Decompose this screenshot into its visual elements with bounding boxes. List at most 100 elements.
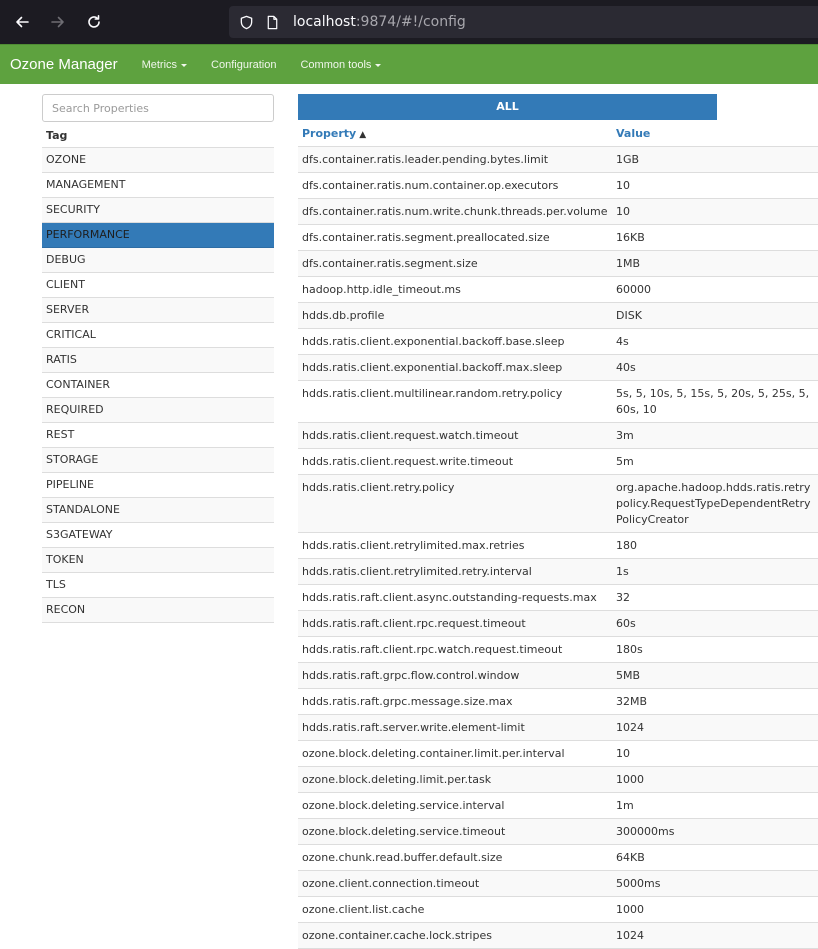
table-row: ozone.container.cache.lock.stripes 1024 [298, 922, 818, 949]
tag-item-rest[interactable]: REST [42, 423, 274, 448]
table-row: ozone.client.list.cache 1000 [298, 896, 818, 923]
nav-common-tools-label: Common tools [300, 58, 372, 71]
tag-item-security[interactable]: SECURITY [42, 198, 274, 223]
tag-item-container[interactable]: CONTAINER [42, 373, 274, 398]
tag-item-client[interactable]: CLIENT [42, 273, 274, 298]
tag-item-required[interactable]: REQUIRED [42, 398, 274, 423]
tag-item-debug[interactable]: DEBUG [42, 248, 274, 273]
config-rows: dfs.container.ratis.leader.pending.bytes… [298, 146, 818, 949]
table-row: ozone.chunk.read.buffer.default.size 64KB [298, 844, 818, 871]
browser-toolbar: localhost:9874/#!/config [0, 0, 818, 44]
tag-item-management[interactable]: MANAGEMENT [42, 173, 274, 198]
property-cell: dfs.container.ratis.segment.preallocated… [298, 224, 612, 251]
property-column-header[interactable]: Property ▲ [298, 121, 612, 147]
value-cell: 60s [612, 610, 818, 637]
property-cell: hdds.ratis.client.exponential.backoff.ba… [298, 328, 612, 355]
all-tab-button[interactable]: ALL [298, 94, 717, 120]
nav-metrics[interactable]: Metrics [141, 58, 188, 71]
table-row: dfs.container.ratis.segment.size 1MB [298, 250, 818, 277]
value-cell: DISK [612, 302, 818, 329]
tag-item-s3gateway[interactable]: S3GATEWAY [42, 523, 274, 548]
value-column-header[interactable]: Value [612, 121, 818, 147]
value-cell: 16KB [612, 224, 818, 251]
tag-item-tls[interactable]: TLS [42, 573, 274, 598]
nav-configuration[interactable]: Configuration [211, 59, 276, 71]
value-cell: 1m [612, 792, 818, 819]
property-cell: hdds.ratis.raft.client.async.outstanding… [298, 584, 612, 611]
value-cell: 60000 [612, 276, 818, 303]
tag-item-server[interactable]: SERVER [42, 298, 274, 323]
property-cell: dfs.container.ratis.segment.size [298, 250, 612, 277]
value-cell: 5m [612, 448, 818, 475]
table-row: hdds.ratis.raft.server.write.element-lim… [298, 714, 818, 741]
table-row: dfs.container.ratis.num.write.chunk.thre… [298, 198, 818, 225]
table-row: hdds.ratis.client.retrylimited.retry.int… [298, 558, 818, 585]
caret-down-icon [375, 63, 382, 67]
value-cell: org.apache.hadoop.hdds.ratis.retrypolicy… [612, 474, 818, 533]
value-cell: 1000 [612, 766, 818, 793]
value-cell: 10 [612, 172, 818, 199]
property-cell: hdds.ratis.client.retrylimited.retry.int… [298, 558, 612, 585]
property-cell: hdds.ratis.raft.server.write.element-lim… [298, 714, 612, 741]
property-cell: ozone.chunk.read.buffer.default.size [298, 844, 612, 871]
table-row: dfs.container.ratis.segment.preallocated… [298, 224, 818, 251]
back-arrow-icon[interactable] [4, 6, 40, 38]
search-input[interactable] [42, 94, 274, 122]
address-bar[interactable]: localhost:9874/#!/config [229, 6, 818, 38]
tag-item-recon[interactable]: RECON [42, 598, 274, 623]
table-row: hdds.ratis.client.exponential.backoff.ba… [298, 328, 818, 355]
app-navbar: Ozone Manager Metrics Configuration Comm… [0, 44, 818, 84]
table-row: hdds.ratis.client.exponential.backoff.ma… [298, 354, 818, 381]
property-cell: hdds.ratis.client.retrylimited.max.retri… [298, 532, 612, 559]
value-cell: 4s [612, 328, 818, 355]
config-panel: ALL Property ▲ Value dfs.container.ratis.… [298, 94, 818, 949]
tag-item-ozone[interactable]: OZONE [42, 148, 274, 173]
url-host: localhost [293, 14, 356, 30]
table-row: ozone.block.deleting.service.interval 1m [298, 792, 818, 819]
tag-sidebar: Tag OZONEMANAGEMENTSECURITYPERFORMANCEDE… [42, 94, 274, 623]
property-cell: ozone.block.deleting.service.timeout [298, 818, 612, 845]
tag-item-ratis[interactable]: RATIS [42, 348, 274, 373]
value-cell: 1000 [612, 896, 818, 923]
table-row: hdds.db.profile DISK [298, 302, 818, 329]
nav-metrics-label: Metrics [141, 58, 178, 71]
tag-item-standalone[interactable]: STANDALONE [42, 498, 274, 523]
sort-ascending-icon: ▲ [359, 129, 367, 140]
tag-item-pipeline[interactable]: PIPELINE [42, 473, 274, 498]
value-cell: 3m [612, 422, 818, 449]
property-cell: hdds.ratis.client.retry.policy [298, 474, 612, 533]
tag-list: OZONE MANAGEMENT SECURITY PERFORMANCE DEBUG C… [42, 148, 274, 623]
property-cell: dfs.container.ratis.leader.pending.bytes… [298, 146, 612, 173]
table-row: dfs.container.ratis.num.container.op.exe… [298, 172, 818, 199]
value-cell: 10 [612, 198, 818, 225]
table-row: ozone.block.deleting.limit.per.task 1000 [298, 766, 818, 793]
value-cell: 1GB [612, 146, 818, 173]
table-row: dfs.container.ratis.leader.pending.bytes… [298, 146, 818, 173]
table-row: hdds.ratis.client.request.watch.timeout 3… [298, 422, 818, 449]
url-text[interactable]: localhost:9874/#!/config [293, 14, 466, 30]
table-row: hdds.ratis.client.multilinear.random.ret… [298, 380, 818, 423]
page-icon[interactable] [263, 13, 281, 31]
tag-item-performance[interactable]: PERFORMANCE [42, 223, 274, 248]
forward-arrow-icon[interactable] [40, 6, 76, 38]
table-row: ozone.block.deleting.service.timeout 3000… [298, 818, 818, 845]
table-row: hadoop.http.idle_timeout.ms 60000 [298, 276, 818, 303]
value-cell: 180s [612, 636, 818, 663]
value-cell: 1s [612, 558, 818, 585]
tag-item-token[interactable]: TOKEN [42, 548, 274, 573]
tag-item-storage[interactable]: STORAGE [42, 448, 274, 473]
tag-item-critical[interactable]: CRITICAL [42, 323, 274, 348]
nav-common-tools[interactable]: Common tools [300, 58, 382, 71]
value-cell: 40s [612, 354, 818, 381]
table-row: hdds.ratis.raft.grpc.flow.control.window… [298, 662, 818, 689]
brand-title[interactable]: Ozone Manager [0, 56, 118, 73]
shield-icon[interactable] [237, 13, 255, 31]
property-cell: hdds.ratis.raft.client.rpc.watch.request… [298, 636, 612, 663]
value-cell: 180 [612, 532, 818, 559]
property-cell: dfs.container.ratis.num.container.op.exe… [298, 172, 612, 199]
value-cell: 32MB [612, 688, 818, 715]
property-cell: ozone.block.deleting.container.limit.per… [298, 740, 612, 767]
table-row: ozone.client.connection.timeout 5000ms [298, 870, 818, 897]
reload-icon[interactable] [76, 6, 112, 38]
property-cell: hdds.ratis.raft.grpc.message.size.max [298, 688, 612, 715]
